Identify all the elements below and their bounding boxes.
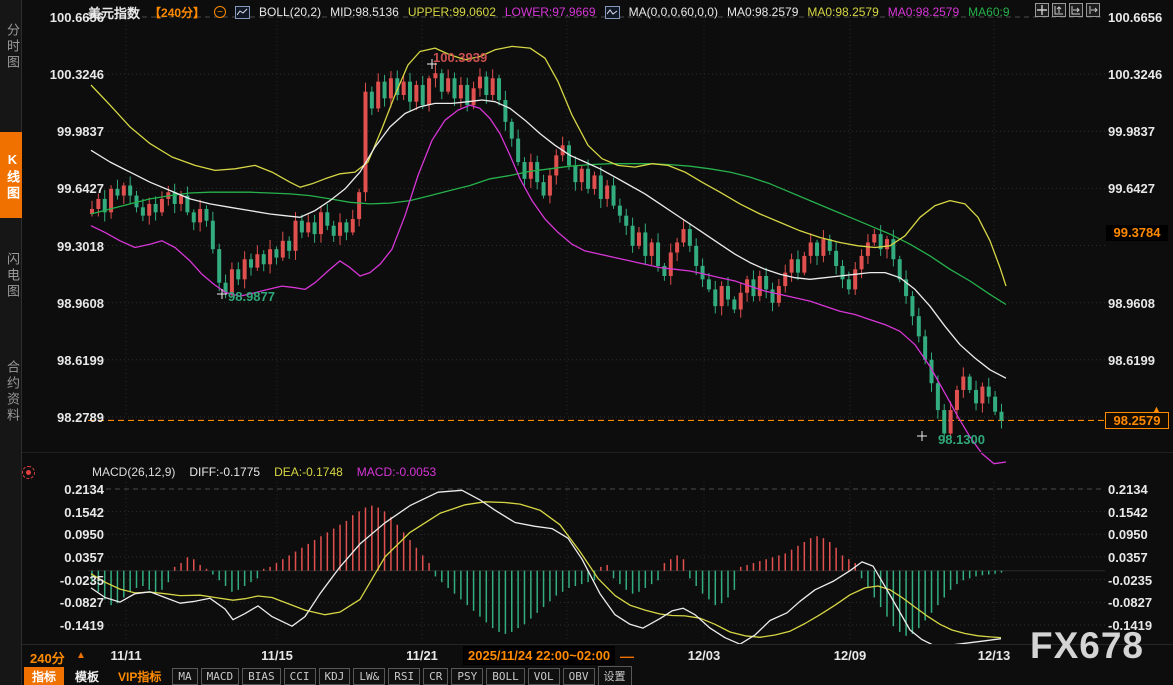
ma-indicator-icon[interactable] (605, 6, 620, 19)
period-selector[interactable]: 240分 (30, 648, 65, 667)
last-price-tag: 98.2579 (1105, 412, 1169, 429)
trading-terminal: 分时图 K线图闪电图合约资料 美元指数 【240分】 − BOLL(20,2) M… (0, 0, 1173, 685)
indicator-button-设置[interactable]: 设置 (598, 666, 632, 685)
zoom-vertical-icon[interactable] (1052, 3, 1066, 17)
indicator-button-BOLL[interactable]: BOLL (486, 668, 525, 685)
indicator-button-VOL[interactable]: VOL (528, 668, 560, 685)
price-up-arrow-icon: ▲ (1152, 404, 1161, 414)
ma0-value-2: MA0:98.2579 (807, 5, 878, 19)
watermark-logo: FX678 (1030, 625, 1144, 667)
ma60-value: MA60:9 (968, 5, 1009, 19)
annotation-high: 100.3939 (433, 50, 487, 65)
indicator-button-RSI[interactable]: RSI (388, 668, 420, 685)
zoom-horizontal-icon[interactable] (1069, 3, 1083, 17)
toolbar-tab-模板[interactable]: 模板 (67, 667, 107, 685)
indicator-button-MA[interactable]: MA (172, 668, 197, 685)
crosshair-date-dash: — (620, 648, 634, 664)
macd-settings-icon[interactable] (22, 466, 35, 479)
macd-macd-value: MACD:-0.0053 (357, 465, 436, 479)
indicator-button-KDJ[interactable]: KDJ (319, 668, 351, 685)
date-label: 11/11 (110, 648, 141, 663)
boll-upper-value: UPPER:99.0602 (408, 5, 496, 19)
indicator-toolbar: 指标模板VIP指标MAMACDBIASCCIKDJLW&RSICRPSYBOLL… (24, 667, 632, 685)
collapse-icon[interactable]: − (214, 6, 226, 18)
macd-dea-value: DEA:-0.1748 (274, 465, 343, 479)
ma0-value-1: MA0:98.2579 (727, 5, 798, 19)
sidebar-tab-2[interactable]: K线图 (0, 132, 22, 218)
sidebar-tab-4[interactable]: 合约资料 (0, 333, 22, 447)
time-axis: 240分 ▲ 2025/11/24 22:00~02:00 — 11/11 11/… (0, 644, 1173, 666)
date-label: 12/13 (978, 648, 1011, 663)
date-label: 12/09 (834, 648, 867, 663)
indicator-button-CCI[interactable]: CCI (284, 668, 316, 685)
indicator-button-PSY[interactable]: PSY (451, 668, 483, 685)
date-label: 12/03 (688, 648, 721, 663)
toolbar-tab-VIP指标[interactable]: VIP指标 (110, 667, 169, 685)
boll-lower-value: LOWER:97.9669 (505, 5, 596, 19)
macd-diff-value: DIFF:-0.1775 (189, 465, 260, 479)
boll-label: BOLL(20,2) (259, 5, 321, 19)
annotation-low-1: 98.9877 (228, 289, 275, 304)
indicator-header: 美元指数 【240分】 − BOLL(20,2) MID:98.5136 UPP… (88, 3, 1010, 21)
indicator-button-BIAS[interactable]: BIAS (242, 668, 281, 685)
indicator-button-MACD[interactable]: MACD (201, 668, 240, 685)
macd-label: MACD(26,12,9) (92, 465, 175, 479)
toolbar-tab-指标[interactable]: 指标 (24, 667, 64, 685)
boll-mid-value: MID:98.5136 (330, 5, 399, 19)
period-label: 【240分】 (149, 4, 205, 21)
period-dropdown-icon[interactable]: ▲ (76, 650, 86, 661)
boll-indicator-icon[interactable] (235, 6, 250, 19)
macd-header: MACD(26,12,9) DIFF:-0.1775 DEA:-0.1748 M… (92, 465, 436, 479)
sidebar-tab-3[interactable]: 闪电图 (0, 230, 22, 318)
ma-label: MA(0,0,0,60,0,0) (629, 5, 718, 19)
chart-canvas[interactable] (0, 0, 1173, 685)
indicator-button-OBV[interactable]: OBV (563, 668, 595, 685)
crosshair-date-tag: 2025/11/24 22:00~02:00 (463, 646, 615, 665)
symbol-name: 美元指数 (88, 3, 140, 22)
sidebar-tab-1[interactable]: 分时图 (0, 5, 22, 85)
date-label: 11/21 (406, 648, 438, 663)
indicator-button-CR[interactable]: CR (423, 668, 448, 685)
chart-controls (1035, 3, 1100, 17)
ma0-value-3: MA0:98.2579 (888, 5, 959, 19)
move-icon[interactable] (1035, 3, 1049, 17)
pan-right-icon[interactable] (1086, 3, 1100, 17)
date-label: 11/15 (261, 648, 293, 663)
panel-divider (22, 452, 1173, 453)
indicator-button-LW&[interactable]: LW& (353, 668, 385, 685)
sidebar: 分时图 K线图闪电图合约资料 (0, 0, 22, 685)
annotation-low-2: 98.1300 (938, 432, 985, 447)
